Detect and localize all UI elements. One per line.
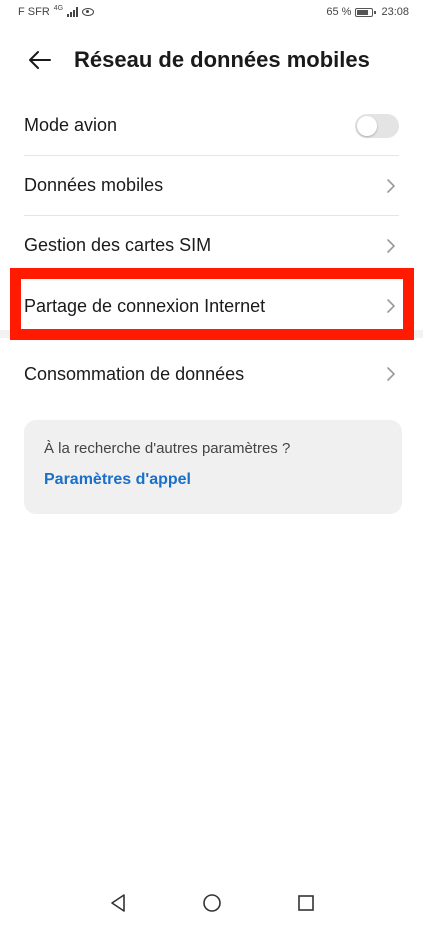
suggestion-card: À la recherche d'autres paramètres ? Par…	[24, 420, 402, 514]
nav-recent-button[interactable]	[294, 891, 318, 915]
square-recent-icon	[297, 895, 314, 911]
status-left: F SFR 4G	[18, 4, 95, 18]
triangle-back-icon	[110, 894, 125, 912]
list-item-partage-connexion[interactable]: Partage de connexion Internet	[24, 276, 399, 336]
chevron-right-icon	[383, 366, 399, 382]
nav-home-button[interactable]	[200, 891, 224, 915]
page-title: Réseau de données mobiles	[74, 47, 370, 72]
toggle-knob	[357, 115, 377, 136]
circle-home-icon	[202, 894, 221, 912]
list-item-gestion-sim[interactable]: Gestion des cartes SIM	[24, 216, 399, 276]
status-bar: F SFR 4G 65 % 23:08	[0, 0, 423, 24]
system-nav-bar	[0, 883, 423, 933]
section-divider	[0, 330, 423, 338]
eye-comfort-icon	[82, 8, 95, 16]
status-right: 65 % 23:08	[326, 6, 409, 18]
network-type: 4G	[53, 4, 64, 12]
battery-percent: 65 %	[326, 6, 352, 18]
list-item-donnees-mobiles[interactable]: Données mobiles	[24, 156, 399, 216]
back-button[interactable]	[20, 40, 60, 80]
call-settings-link[interactable]: Paramètres d'appel	[44, 471, 382, 489]
arrow-left-icon	[29, 51, 51, 69]
list-item-mode-avion[interactable]: Mode avion	[24, 96, 399, 156]
list-item-consommation[interactable]: Consommation de données	[24, 344, 399, 404]
settings-list: Mode avion Données mobiles Gestion des c…	[0, 96, 423, 404]
list-item-label: Mode avion	[24, 115, 118, 135]
signal-icon	[67, 7, 79, 17]
list-item-label: Partage de connexion Internet	[24, 295, 266, 316]
airplane-mode-toggle[interactable]	[355, 113, 399, 138]
chevron-right-icon	[383, 298, 399, 314]
battery-icon	[355, 7, 377, 17]
list-item-label: Gestion des cartes SIM	[24, 235, 212, 255]
carrier-name: F SFR	[18, 6, 50, 18]
list-item-label: Consommation de données	[24, 363, 245, 384]
chevron-right-icon	[383, 238, 399, 254]
list-item-label: Données mobiles	[24, 175, 164, 195]
suggestion-text: À la recherche d'autres paramètres ?	[44, 440, 291, 457]
clock: 23:08	[381, 6, 409, 18]
app-header: Réseau de données mobiles	[0, 40, 423, 80]
nav-back-button[interactable]	[106, 891, 130, 915]
chevron-right-icon	[383, 178, 399, 194]
